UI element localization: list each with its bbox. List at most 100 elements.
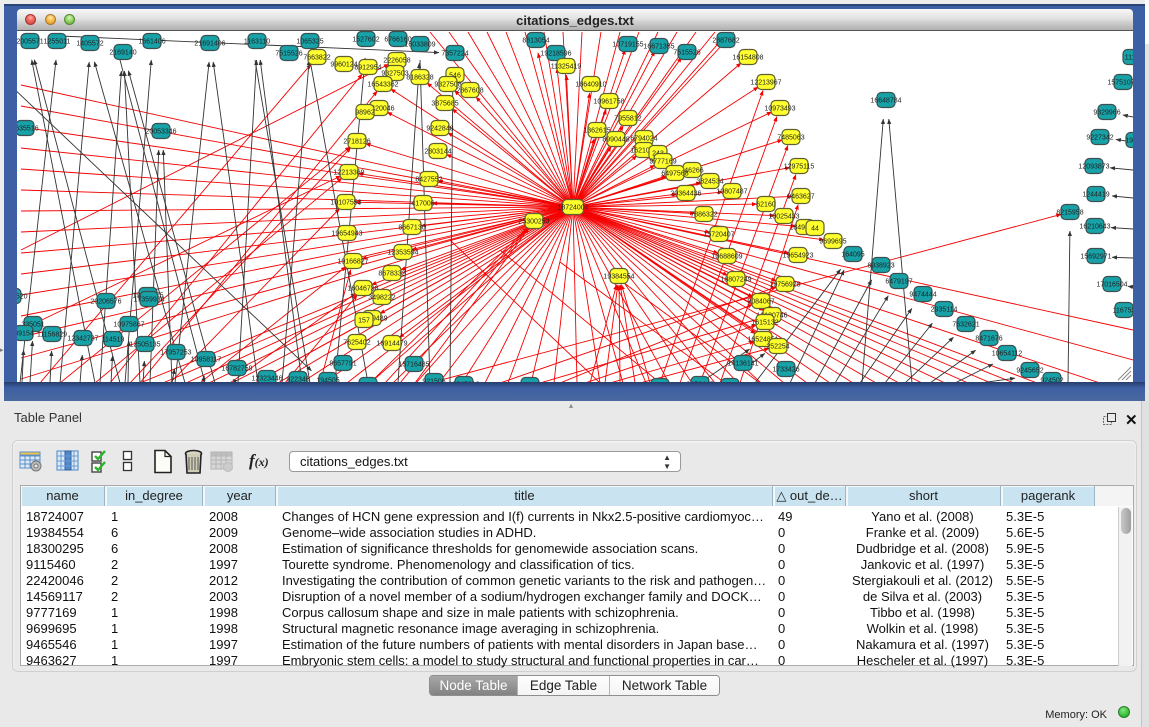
svg-text:7955812: 7955812 bbox=[614, 115, 641, 122]
svg-text:16782759: 16782759 bbox=[221, 365, 252, 372]
svg-text:8215958: 8215958 bbox=[1056, 209, 1083, 216]
svg-text:8813054: 8813054 bbox=[522, 37, 549, 44]
svg-text:8990448: 8990448 bbox=[602, 136, 629, 143]
svg-text:12353594: 12353594 bbox=[387, 249, 418, 256]
svg-text:12342737: 12342737 bbox=[67, 335, 98, 342]
svg-text:18807249: 18807249 bbox=[720, 276, 751, 283]
svg-text:10688609: 10688609 bbox=[711, 253, 742, 260]
svg-text:3875685: 3875685 bbox=[431, 100, 458, 107]
svg-text:924502: 924502 bbox=[1040, 377, 1063, 382]
svg-text:10973493: 10973493 bbox=[764, 105, 795, 112]
svg-text:2156445: 2156445 bbox=[686, 381, 713, 382]
svg-text:21691406: 21691406 bbox=[194, 40, 225, 47]
svg-text:19654943: 19654943 bbox=[331, 230, 362, 237]
svg-text:9329966: 9329966 bbox=[1093, 109, 1120, 116]
svg-text:8938923: 8938923 bbox=[867, 262, 894, 269]
svg-text:12323446: 12323446 bbox=[251, 375, 282, 382]
svg-text:9777169: 9777169 bbox=[649, 158, 676, 165]
svg-text:44: 44 bbox=[811, 225, 819, 232]
svg-text:7485063: 7485063 bbox=[777, 134, 804, 141]
svg-text:10961758: 10961758 bbox=[593, 98, 624, 105]
svg-text:8678332: 8678332 bbox=[378, 270, 405, 277]
svg-text:1117: 1117 bbox=[1125, 54, 1133, 61]
svg-text:17016504: 17016504 bbox=[1096, 281, 1127, 288]
svg-text:7515526: 7515526 bbox=[275, 50, 302, 57]
svg-text:7886322: 7886322 bbox=[690, 211, 717, 218]
svg-text:10958117: 10958117 bbox=[191, 356, 222, 363]
svg-text:10807487: 10807487 bbox=[716, 188, 747, 195]
svg-text:19620: 19620 bbox=[1125, 137, 1133, 144]
svg-text:2935114: 2935114 bbox=[931, 306, 958, 313]
svg-text:8912954: 8912954 bbox=[354, 64, 381, 71]
svg-text:9463627: 9463627 bbox=[787, 193, 814, 200]
svg-text:12213967: 12213967 bbox=[750, 79, 781, 86]
svg-text:7663822: 7663822 bbox=[303, 54, 330, 61]
svg-text:6497568: 6497568 bbox=[661, 170, 688, 177]
svg-text:1615132: 1615132 bbox=[751, 319, 778, 326]
svg-text:194505: 194505 bbox=[316, 377, 339, 382]
svg-text:1255011: 1255011 bbox=[44, 38, 71, 45]
svg-text:8186328: 8186328 bbox=[406, 74, 433, 81]
svg-text:9699695: 9699695 bbox=[819, 238, 846, 245]
svg-text:10245012: 10245012 bbox=[448, 381, 479, 382]
svg-text:1244419: 1244419 bbox=[1082, 191, 1109, 198]
svg-text:19756928: 19756928 bbox=[769, 281, 800, 288]
svg-text:1163110: 1163110 bbox=[244, 38, 270, 45]
svg-text:157: 157 bbox=[358, 317, 370, 324]
svg-text:1362615: 1362615 bbox=[583, 127, 610, 134]
svg-text:19218596: 19218596 bbox=[540, 50, 571, 57]
svg-text:2226058: 2226058 bbox=[383, 57, 410, 64]
svg-text:114519: 114519 bbox=[102, 336, 125, 343]
svg-text:15751074: 15751074 bbox=[1107, 79, 1133, 86]
svg-text:921506: 921506 bbox=[422, 378, 445, 382]
svg-text:2169140: 2169140 bbox=[109, 49, 136, 56]
svg-text:1733426: 1733426 bbox=[772, 366, 799, 373]
svg-text:10025433: 10025433 bbox=[768, 213, 799, 220]
svg-text:25300253: 25300253 bbox=[518, 218, 549, 225]
svg-text:16210643: 16210643 bbox=[1079, 223, 1110, 230]
svg-text:14136141: 14136141 bbox=[727, 360, 758, 367]
svg-text:17957253: 17957253 bbox=[160, 349, 191, 356]
svg-text:252254: 252254 bbox=[766, 343, 789, 350]
svg-text:12975115: 12975115 bbox=[784, 163, 815, 170]
svg-text:9227342: 9227342 bbox=[1086, 134, 1113, 141]
svg-text:2887682: 2887682 bbox=[712, 37, 739, 44]
svg-text:16033809: 16033809 bbox=[404, 41, 435, 48]
svg-text:20053346: 20053346 bbox=[145, 128, 176, 135]
svg-text:2718126: 2718126 bbox=[343, 138, 370, 145]
svg-text:12093873: 12093873 bbox=[1078, 163, 1109, 170]
svg-text:417006: 417006 bbox=[411, 200, 434, 207]
svg-text:15720407: 15720407 bbox=[703, 231, 734, 238]
svg-text:9242848: 9242848 bbox=[426, 125, 453, 132]
svg-text:6479197: 6479197 bbox=[885, 278, 912, 285]
svg-text:16648784: 16648784 bbox=[870, 97, 901, 104]
svg-text:39154: 39154 bbox=[17, 330, 34, 337]
svg-text:19654923: 19654923 bbox=[782, 252, 813, 259]
svg-text:15716485: 15716485 bbox=[398, 361, 429, 368]
svg-text:16154808: 16154808 bbox=[732, 54, 763, 61]
svg-text:1065325: 1065325 bbox=[296, 38, 323, 45]
svg-text:8471676: 8471676 bbox=[975, 335, 1002, 342]
svg-text:12505135: 12505135 bbox=[129, 341, 160, 348]
svg-text:8427552: 8427552 bbox=[415, 176, 442, 183]
svg-text:9084067: 9084067 bbox=[747, 298, 774, 305]
svg-text:2803144: 2803144 bbox=[424, 148, 451, 155]
svg-text:16914479: 16914479 bbox=[376, 340, 407, 347]
svg-text:1405572: 1405572 bbox=[76, 40, 103, 47]
svg-text:16543362: 16543362 bbox=[367, 81, 398, 88]
svg-text:10719155: 10719155 bbox=[612, 41, 643, 48]
svg-text:10975867: 10975867 bbox=[113, 321, 144, 328]
svg-text:17359934: 17359934 bbox=[133, 296, 164, 303]
svg-text:1527602: 1527602 bbox=[352, 36, 379, 43]
svg-text:2005571: 2005571 bbox=[17, 38, 44, 45]
svg-text:3498222: 3498222 bbox=[368, 294, 395, 301]
svg-text:8667130: 8667130 bbox=[398, 224, 425, 231]
svg-text:10107553: 10107553 bbox=[330, 199, 361, 206]
svg-text:16671355: 16671355 bbox=[643, 43, 674, 50]
svg-text:7515526: 7515526 bbox=[673, 49, 700, 56]
svg-text:15692971: 15692971 bbox=[1080, 253, 1111, 260]
svg-text:18640910: 18640910 bbox=[575, 81, 606, 88]
svg-text:7357224: 7357224 bbox=[441, 50, 468, 57]
svg-text:11156829: 11156829 bbox=[37, 331, 67, 338]
svg-text:9245652: 9245652 bbox=[1016, 367, 1043, 374]
